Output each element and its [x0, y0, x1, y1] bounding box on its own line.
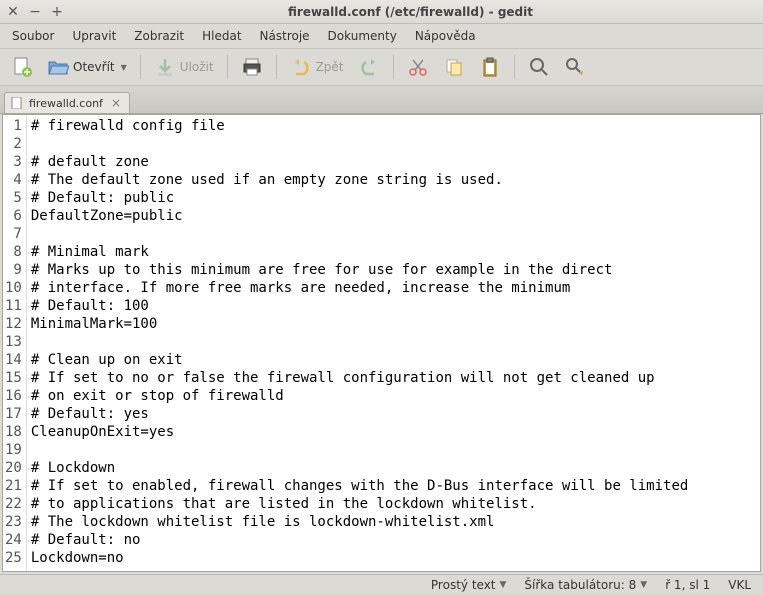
line-number-gutter: 1234567891011121314151617181920212223242…	[3, 115, 27, 571]
save-icon	[154, 56, 176, 78]
menu-file[interactable]: Soubor	[4, 26, 62, 46]
separator	[227, 55, 228, 79]
redo-button[interactable]	[353, 53, 385, 81]
window-title: firewalld.conf (/etc/firewalld) - gedit	[64, 5, 757, 19]
printer-icon	[241, 56, 263, 78]
document-tab[interactable]: firewalld.conf ×	[4, 92, 130, 113]
undo-button[interactable]: Zpět	[285, 53, 349, 81]
new-doc-icon	[11, 56, 33, 78]
menu-tools[interactable]: Nástroje	[252, 26, 318, 46]
maximize-window-icon[interactable]: +	[50, 5, 64, 19]
scissors-icon	[407, 56, 429, 78]
status-insert-mode[interactable]: VKL	[728, 578, 751, 592]
chevron-down-icon[interactable]: ▼	[121, 63, 127, 72]
copy-button[interactable]	[438, 53, 470, 81]
menubar: Soubor Upravit Zobrazit Hledat Nástroje …	[0, 24, 763, 49]
folder-open-icon	[47, 56, 69, 78]
status-cursor-pos: ř 1, sl 1	[665, 578, 710, 592]
menu-documents[interactable]: Dokumenty	[320, 26, 405, 46]
copy-icon	[443, 56, 465, 78]
save-button[interactable]: Uložit	[149, 53, 219, 81]
open-button[interactable]: Otevřít ▼	[42, 53, 132, 81]
code-area[interactable]: # firewalld config file # default zone# …	[27, 115, 692, 571]
menu-help[interactable]: Nápověda	[407, 26, 484, 46]
open-label: Otevřít	[73, 60, 115, 74]
menu-edit[interactable]: Upravit	[64, 26, 124, 46]
undo-icon	[290, 56, 312, 78]
cut-button[interactable]	[402, 53, 434, 81]
toolbar: Otevřít ▼ Uložit Zpět	[0, 49, 763, 86]
close-tab-icon[interactable]: ×	[109, 96, 123, 110]
clipboard-icon	[479, 56, 501, 78]
paste-button[interactable]	[474, 53, 506, 81]
find-replace-icon	[564, 56, 586, 78]
titlebar: ✕ − + firewalld.conf (/etc/firewalld) - …	[0, 0, 763, 24]
redo-icon	[358, 56, 380, 78]
document-icon	[11, 97, 23, 109]
status-filetype[interactable]: Prostý text▼	[431, 578, 507, 592]
find-button[interactable]	[523, 53, 555, 81]
menu-view[interactable]: Zobrazit	[126, 26, 192, 46]
menu-search[interactable]: Hledat	[194, 26, 249, 46]
minimize-window-icon[interactable]: −	[28, 5, 42, 19]
undo-label: Zpět	[316, 60, 344, 74]
tabbar: firewalld.conf ×	[0, 86, 763, 114]
chevron-down-icon: ▼	[640, 580, 647, 590]
save-label: Uložit	[180, 60, 214, 74]
new-doc-button[interactable]	[6, 53, 38, 81]
print-button[interactable]	[236, 53, 268, 81]
statusbar: Prostý text▼ Šířka tabulátoru: 8▼ ř 1, s…	[0, 574, 763, 595]
status-tabwidth[interactable]: Šířka tabulátoru: 8▼	[524, 578, 647, 592]
close-window-icon[interactable]: ✕	[6, 5, 20, 19]
editor[interactable]: 1234567891011121314151617181920212223242…	[2, 114, 761, 572]
separator	[393, 55, 394, 79]
chevron-down-icon: ▼	[500, 580, 507, 590]
document-tab-label: firewalld.conf	[29, 97, 103, 110]
search-icon	[528, 56, 550, 78]
separator	[276, 55, 277, 79]
separator	[140, 55, 141, 79]
find-replace-button[interactable]	[559, 53, 591, 81]
separator	[514, 55, 515, 79]
